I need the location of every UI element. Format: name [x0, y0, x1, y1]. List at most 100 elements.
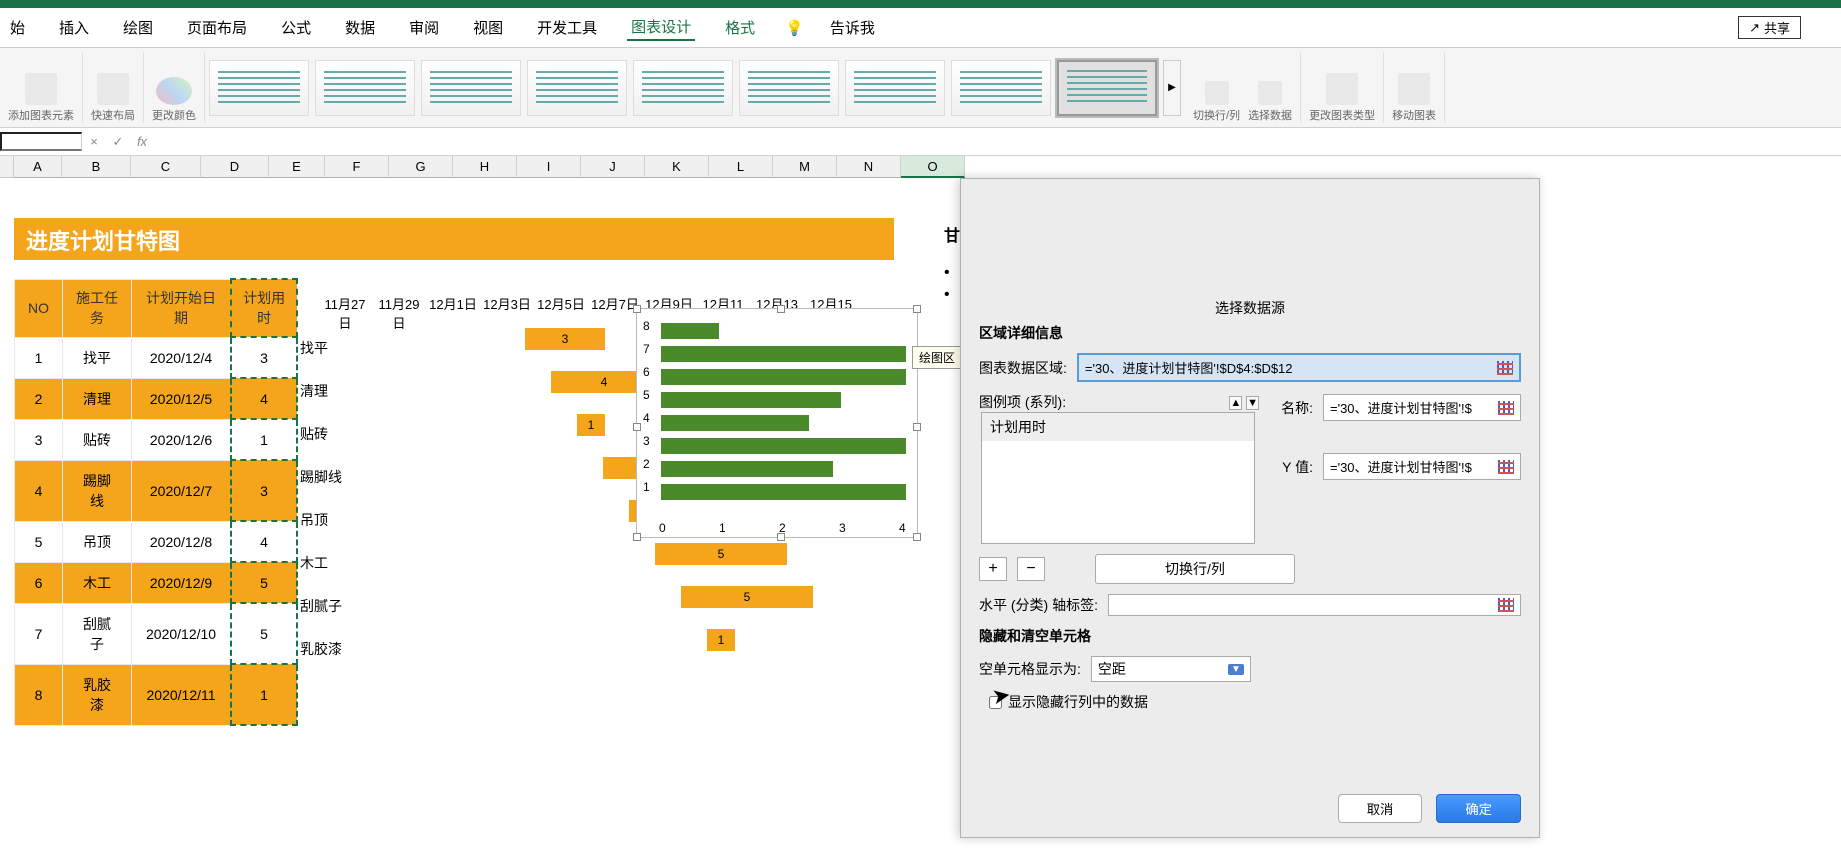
col-g[interactable]: G [389, 156, 453, 178]
formula-input[interactable] [154, 134, 1841, 149]
change-chart-type-button[interactable]: 更改图表类型 [1309, 73, 1375, 123]
share-icon: ↗ [1749, 20, 1760, 36]
switch-row-col-button[interactable]: 切换行/列 [1095, 554, 1295, 584]
tell-me[interactable]: 告诉我 [830, 17, 875, 38]
chart-style-1[interactable] [209, 60, 309, 116]
tab-data[interactable]: 数据 [341, 15, 379, 40]
col-b[interactable]: B [62, 156, 131, 178]
chart-style-4[interactable] [527, 60, 627, 116]
column-headers: A B C D E F G H I J K L M N O [0, 156, 1841, 178]
worksheet[interactable]: 进度计划甘特图 NO 施工任务 计划开始日期 计划用时 1找平2020/12/4… [0, 178, 1841, 858]
range-picker-icon[interactable] [1498, 460, 1514, 474]
chart-style-2[interactable] [315, 60, 415, 116]
ok-button[interactable]: 确定 [1436, 794, 1521, 823]
chart-styles-gallery[interactable]: ▶ [205, 52, 1185, 123]
formula-cancel[interactable]: × [82, 134, 106, 149]
tab-formulas[interactable]: 公式 [277, 15, 315, 40]
col-o[interactable]: O [901, 156, 965, 178]
mini-bar-8 [661, 323, 719, 339]
col-k[interactable]: K [645, 156, 709, 178]
col-d[interactable]: D [201, 156, 269, 178]
col-j[interactable]: J [581, 156, 645, 178]
col-a[interactable]: A [14, 156, 62, 178]
mini-bar-2 [661, 461, 833, 477]
empty-cells-select[interactable]: 空距 ▼ [1091, 656, 1251, 682]
series-item[interactable]: 计划用时 [982, 413, 1254, 441]
chart-style-6[interactable] [739, 60, 839, 116]
gallery-next[interactable]: ▶ [1163, 60, 1181, 116]
chart-style-7[interactable] [845, 60, 945, 116]
move-chart-icon [1398, 73, 1430, 105]
chart-style-8[interactable] [951, 60, 1051, 116]
quick-layout-button[interactable]: 快速布局 [91, 73, 135, 123]
add-series-button[interactable]: + [979, 557, 1007, 581]
series-listbox[interactable]: 计划用时 [981, 412, 1255, 544]
tab-chart-design[interactable]: 图表设计 [627, 14, 695, 41]
formula-confirm[interactable]: ✓ [106, 134, 130, 150]
side-title: 甘 [944, 222, 960, 246]
remove-series-button[interactable]: − [1017, 557, 1045, 581]
yval-label: Y 值: [1269, 457, 1313, 477]
chart-style-5[interactable] [633, 60, 733, 116]
range-picker-icon[interactable] [1498, 401, 1514, 415]
select-data-button[interactable]: 选择数据 [1248, 81, 1292, 123]
col-h[interactable]: H [453, 156, 517, 178]
palette-icon [156, 77, 192, 105]
chart-style-3[interactable] [421, 60, 521, 116]
col-f[interactable]: F [325, 156, 389, 178]
ribbon-tabs: 始 插入 绘图 页面布局 公式 数据 审阅 视图 开发工具 图表设计 格式 💡 … [0, 8, 1841, 48]
tab-developer[interactable]: 开发工具 [533, 15, 601, 40]
embedded-chart[interactable]: 87654321 01234 [636, 308, 918, 538]
haxis-label: 水平 (分类) 轴标签: [979, 595, 1098, 615]
th-no: NO [15, 279, 63, 337]
tab-home[interactable]: 始 [6, 15, 29, 40]
hidden-section: 隐藏和清空单元格 [979, 626, 1521, 646]
switch-row-col-button[interactable]: 切换行/列 [1193, 81, 1240, 123]
tab-format[interactable]: 格式 [721, 15, 759, 40]
tab-draw[interactable]: 绘图 [119, 15, 157, 40]
cancel-button[interactable]: 取消 [1338, 794, 1423, 823]
mini-bar-6 [661, 369, 906, 385]
select-all-corner[interactable] [0, 156, 14, 178]
chart-style-9[interactable] [1057, 60, 1157, 116]
col-l[interactable]: L [709, 156, 773, 178]
tab-insert[interactable]: 插入 [55, 15, 93, 40]
th-start: 计划开始日期 [132, 279, 232, 337]
chart-y-axis: 找平清理贴砖踢脚线吊顶木工刮腻子乳胶漆 [300, 326, 342, 670]
plot-area-tooltip: 绘图区 [912, 346, 962, 369]
show-hidden-checkbox[interactable]: 显示隐藏行列中的数据 [989, 692, 1511, 712]
section-region: 区域详细信息 [979, 323, 1521, 343]
fx-icon[interactable]: fx [130, 134, 154, 149]
empty-cells-label: 空单元格显示为: [979, 659, 1081, 679]
series-up-button[interactable]: ▲ [1229, 396, 1242, 410]
tab-view[interactable]: 视图 [469, 15, 507, 40]
move-chart-button[interactable]: 移动图表 [1392, 73, 1436, 123]
ribbon-content: 添加图表元素 快速布局 更改颜色 ▶ 切换行/列 [0, 48, 1841, 128]
series-down-button[interactable]: ▼ [1246, 396, 1259, 410]
series-name-input[interactable]: ='30、进度计划甘特图'!$ [1323, 394, 1521, 421]
col-n[interactable]: N [837, 156, 901, 178]
range-picker-icon[interactable] [1497, 361, 1513, 375]
tab-layout[interactable]: 页面布局 [183, 15, 251, 40]
th-duration: 计划用时 [231, 279, 297, 337]
gantt-table: NO 施工任务 计划开始日期 计划用时 1找平2020/12/432清理2020… [14, 278, 298, 726]
haxis-input[interactable] [1108, 594, 1521, 616]
bar-1: 3 [525, 328, 605, 350]
change-colors-button[interactable]: 更改颜色 [152, 77, 196, 123]
col-e[interactable]: E [269, 156, 325, 178]
series-yval-input[interactable]: ='30、进度计划甘特图'!$ [1323, 453, 1521, 480]
th-task: 施工任务 [63, 279, 132, 337]
share-button[interactable]: ↗ 共享 [1738, 16, 1801, 39]
col-c[interactable]: C [131, 156, 201, 178]
mini-bar-5 [661, 392, 841, 408]
select-data-icon [1258, 81, 1282, 105]
tab-review[interactable]: 审阅 [405, 15, 443, 40]
gantt-title: 进度计划甘特图 [14, 218, 894, 260]
select-data-source-dialog: 选择数据源 区域详细信息 图表数据区域: ='30、进度计划甘特图'!$D$4:… [960, 178, 1540, 838]
chart-range-input[interactable]: ='30、进度计划甘特图'!$D$4:$D$12 [1077, 353, 1521, 382]
range-picker-icon[interactable] [1498, 598, 1514, 612]
col-i[interactable]: I [517, 156, 581, 178]
name-box[interactable] [0, 132, 82, 151]
add-chart-element-button[interactable]: 添加图表元素 [8, 73, 74, 123]
col-m[interactable]: M [773, 156, 837, 178]
